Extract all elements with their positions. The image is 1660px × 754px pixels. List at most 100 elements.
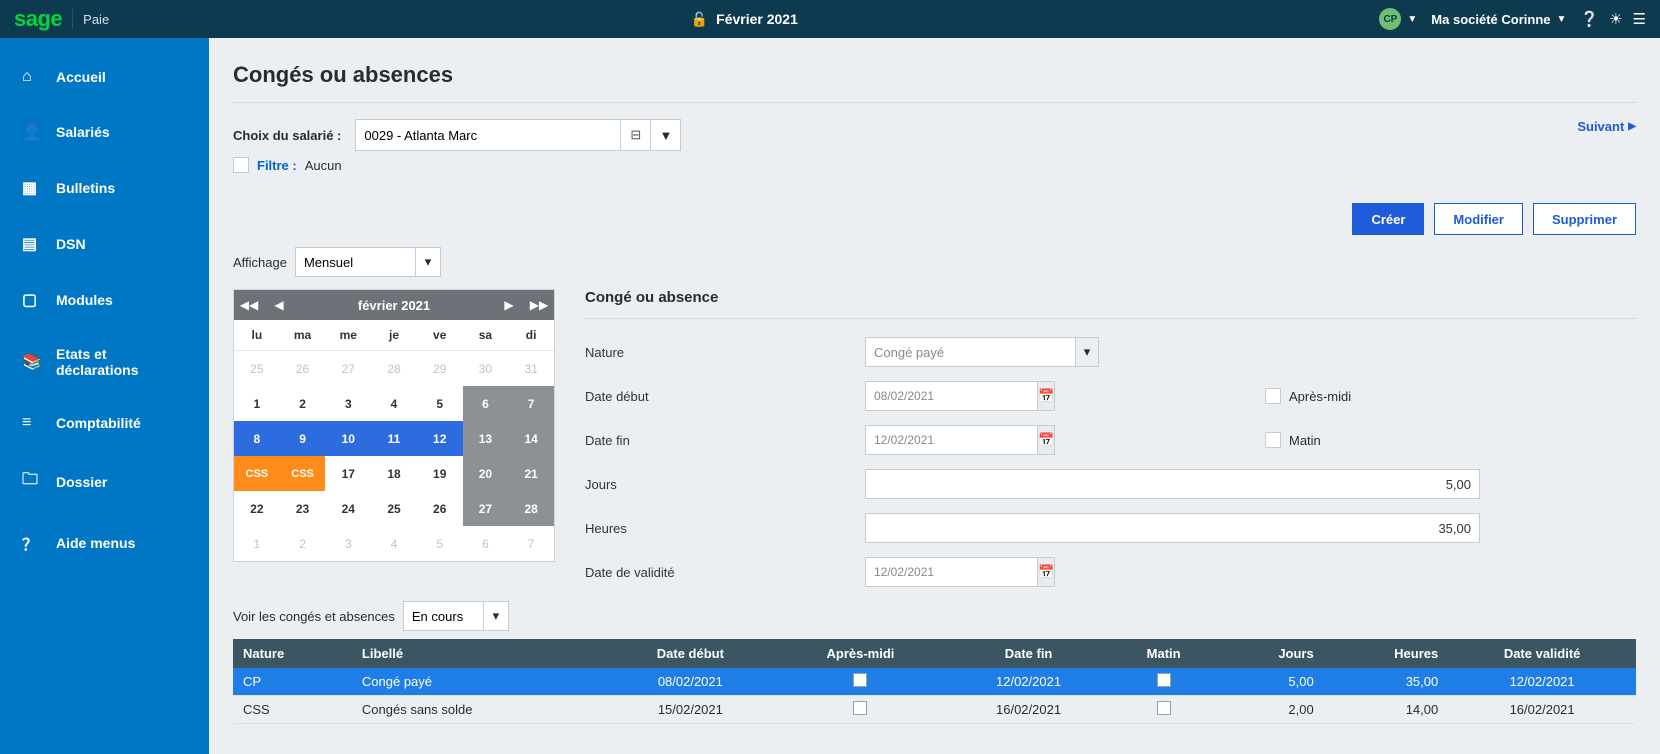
calendar-day-cell[interactable]: 4 bbox=[371, 526, 417, 561]
calendar-day-cell[interactable]: 27 bbox=[463, 491, 509, 526]
nature-select[interactable]: ▾ bbox=[865, 337, 1099, 367]
chevron-down-icon[interactable]: ▾ bbox=[415, 247, 441, 277]
calendar-day-cell[interactable]: 24 bbox=[325, 491, 371, 526]
calendar-day-cell[interactable]: 25 bbox=[234, 351, 280, 386]
calendar-day-cell[interactable]: 2 bbox=[280, 526, 326, 561]
calendar-day-cell[interactable]: 19 bbox=[417, 456, 463, 491]
table-header-cell[interactable]: Matin bbox=[1111, 639, 1216, 668]
calendar-day-cell[interactable]: 7 bbox=[508, 526, 554, 561]
calendar-icon[interactable]: 📅 bbox=[1037, 381, 1055, 411]
calendar-day-cell[interactable]: 13 bbox=[463, 421, 509, 456]
filter2-input[interactable] bbox=[403, 601, 483, 631]
company-selector[interactable]: Ma société Corinne ▼ bbox=[1431, 12, 1566, 27]
calendar-day-cell[interactable]: 29 bbox=[417, 351, 463, 386]
calendar-prev-year[interactable]: ◀◀ bbox=[234, 298, 264, 312]
date-start-field[interactable] bbox=[865, 381, 1037, 411]
date-start-input[interactable]: 📅 bbox=[865, 381, 975, 411]
afternoon-checkbox[interactable] bbox=[1265, 388, 1281, 404]
calendar-day-cell[interactable]: 3 bbox=[325, 526, 371, 561]
lightbulb-icon[interactable]: ☀ bbox=[1609, 10, 1622, 28]
create-button[interactable]: Créer bbox=[1352, 203, 1424, 235]
calendar-day-cell[interactable]: 10 bbox=[325, 421, 371, 456]
help-icon[interactable]: ❔ bbox=[1580, 10, 1599, 28]
table-header-cell[interactable]: Libellé bbox=[352, 639, 606, 668]
calendar-day-cell[interactable]: 7 bbox=[508, 386, 554, 421]
calendar-day-cell[interactable]: 26 bbox=[280, 351, 326, 386]
calendar-day-cell[interactable]: 9 bbox=[280, 421, 326, 456]
sidebar-item-dsn[interactable]: ▤DSN bbox=[0, 216, 209, 272]
calendar-day-cell[interactable]: 26 bbox=[417, 491, 463, 526]
next-link[interactable]: Suivant ▶ bbox=[1577, 119, 1636, 134]
sidebar-item-salaries[interactable]: 👤Salariés bbox=[0, 104, 209, 160]
checkbox-icon[interactable] bbox=[1157, 701, 1171, 715]
table-row[interactable]: CSSCongés sans solde15/02/202116/02/2021… bbox=[233, 696, 1636, 724]
settings-list-icon[interactable]: ☰ bbox=[1633, 10, 1646, 28]
checkbox-icon[interactable] bbox=[1157, 673, 1171, 687]
calendar-day-cell[interactable]: 8 bbox=[234, 421, 280, 456]
calendar-prev-month[interactable]: ◀ bbox=[264, 298, 294, 312]
calendar-day-cell[interactable]: 6 bbox=[463, 526, 509, 561]
table-header-cell[interactable]: Jours bbox=[1216, 639, 1324, 668]
calendar-day-cell[interactable]: 2 bbox=[280, 386, 326, 421]
sidebar-item-aide[interactable]: ？Aide menus bbox=[0, 513, 209, 573]
sidebar-item-etats[interactable]: 📚Etats et déclarations bbox=[0, 328, 209, 396]
sidebar-item-dossier[interactable]: 🗀Dossier bbox=[0, 450, 209, 513]
checkbox-icon[interactable] bbox=[853, 701, 867, 715]
calendar-icon[interactable]: 📅 bbox=[1037, 425, 1055, 455]
table-header-cell[interactable]: Date validité bbox=[1448, 639, 1636, 668]
chevron-down-icon[interactable]: ▾ bbox=[1075, 337, 1099, 367]
sidebar-item-accueil[interactable]: ⌂Accueil bbox=[0, 50, 209, 104]
calendar-day-cell[interactable]: 23 bbox=[280, 491, 326, 526]
calendar-day-cell[interactable]: 4 bbox=[371, 386, 417, 421]
calendar-icon[interactable]: 📅 bbox=[1037, 557, 1055, 587]
calendar-day-cell[interactable]: 31 bbox=[508, 351, 554, 386]
calendar-day-cell[interactable]: 1 bbox=[234, 526, 280, 561]
table-header-cell[interactable]: Après-midi bbox=[775, 639, 946, 668]
table-header-cell[interactable]: Heures bbox=[1324, 639, 1449, 668]
calendar-day-cell[interactable]: 22 bbox=[234, 491, 280, 526]
filter-checkbox[interactable] bbox=[233, 157, 249, 173]
calendar-day-cell[interactable]: 6 bbox=[463, 386, 509, 421]
calendar-day-cell[interactable]: 17 bbox=[325, 456, 371, 491]
filter-label[interactable]: Filtre : bbox=[257, 158, 297, 173]
sidebar-item-modules[interactable]: ▢Modules bbox=[0, 272, 209, 328]
calendar-day-cell[interactable]: 30 bbox=[463, 351, 509, 386]
calendar-day-cell[interactable]: 21 bbox=[508, 456, 554, 491]
days-input[interactable] bbox=[865, 469, 1480, 499]
calendar-day-cell[interactable]: 3 bbox=[325, 386, 371, 421]
table-row[interactable]: CPCongé payé08/02/202112/02/20215,0035,0… bbox=[233, 668, 1636, 696]
sidebar-item-bulletins[interactable]: ▦Bulletins bbox=[0, 160, 209, 216]
employee-dropdown-button[interactable]: ▼ bbox=[651, 119, 681, 151]
calendar-next-year[interactable]: ▶▶ bbox=[524, 298, 554, 312]
calendar-day-cell[interactable]: 14 bbox=[508, 421, 554, 456]
checkbox-icon[interactable] bbox=[853, 673, 867, 687]
user-menu[interactable]: CP ▼ bbox=[1379, 8, 1417, 30]
employee-combobox[interactable]: ⊟ bbox=[355, 119, 651, 151]
validity-field[interactable] bbox=[865, 557, 1037, 587]
filter2-dropdown[interactable]: ▾ bbox=[403, 601, 509, 631]
view-dropdown[interactable]: ▾ bbox=[295, 247, 441, 277]
calendar-day-cell[interactable]: 11 bbox=[371, 421, 417, 456]
nature-input[interactable] bbox=[865, 337, 1075, 367]
modify-button[interactable]: Modifier bbox=[1434, 203, 1523, 235]
calendar-day-cell[interactable]: 28 bbox=[508, 491, 554, 526]
calendar-day-cell[interactable]: 20 bbox=[463, 456, 509, 491]
view-input[interactable] bbox=[295, 247, 415, 277]
calendar-day-cell[interactable]: CSS bbox=[280, 456, 326, 491]
calendar-day-cell[interactable]: 12 bbox=[417, 421, 463, 456]
table-header-cell[interactable]: Date fin bbox=[946, 639, 1111, 668]
calendar-day-cell[interactable]: 18 bbox=[371, 456, 417, 491]
date-end-input[interactable]: 📅 bbox=[865, 425, 975, 455]
date-end-field[interactable] bbox=[865, 425, 1037, 455]
calendar-day-cell[interactable]: 5 bbox=[417, 386, 463, 421]
calendar-day-cell[interactable]: 27 bbox=[325, 351, 371, 386]
calendar-day-cell[interactable]: 28 bbox=[371, 351, 417, 386]
calendar-day-cell[interactable]: 1 bbox=[234, 386, 280, 421]
calendar-day-cell[interactable]: 25 bbox=[371, 491, 417, 526]
validity-input[interactable]: 📅 bbox=[865, 557, 975, 587]
delete-button[interactable]: Supprimer bbox=[1533, 203, 1636, 235]
lookup-icon[interactable]: ⊟ bbox=[620, 120, 650, 150]
morning-checkbox[interactable] bbox=[1265, 432, 1281, 448]
calendar-day-cell[interactable]: 5 bbox=[417, 526, 463, 561]
table-header-cell[interactable]: Nature bbox=[233, 639, 352, 668]
